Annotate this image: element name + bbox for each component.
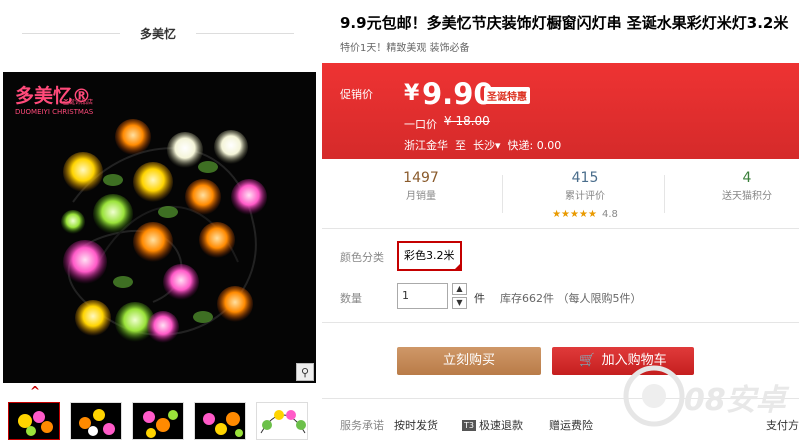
magnifier-icon[interactable]: ⚲ bbox=[296, 363, 314, 381]
divider bbox=[322, 322, 799, 323]
ship-from: 浙江金华 bbox=[404, 139, 448, 152]
promise-item[interactable]: 按时发货 bbox=[394, 417, 438, 433]
thumbnail[interactable] bbox=[256, 402, 308, 440]
express-fee: 快递: 0.00 bbox=[507, 139, 562, 152]
service-promise-label: 服务承诺 bbox=[340, 419, 384, 432]
product-gallery: 多美忆 多美忆® DUOMEIYI CHRISTMAS 圣诞饰品店 ⚲ ^ bbox=[0, 0, 322, 440]
promise-item[interactable]: 支付方 bbox=[766, 417, 799, 433]
cart-icon: 🛒 bbox=[579, 353, 596, 368]
price-panel: 促销价 ¥ 9.90 圣诞特惠 一口价 ¥ 18.00 浙江金华 至 长沙▾ 快… bbox=[322, 63, 799, 159]
sales-stats: 1497 月销量 415 累计评价 ★★★★★ 4.8 4 送天猫积分 bbox=[322, 170, 799, 220]
logo-sub: DUOMEIYI CHRISTMAS bbox=[15, 108, 94, 116]
main-product-image[interactable]: 多美忆® DUOMEIYI CHRISTMAS 圣诞饰品店 ⚲ bbox=[3, 72, 316, 383]
thumbnail[interactable] bbox=[70, 402, 122, 440]
chevron-down-icon: ▾ bbox=[495, 139, 501, 152]
stock-info: 库存662件 （每人限购5件） bbox=[500, 292, 642, 305]
thumbnail[interactable] bbox=[132, 402, 184, 440]
sku-option[interactable]: 彩色3.2米 bbox=[397, 241, 462, 271]
promo-price: 9.90 bbox=[422, 77, 494, 111]
original-price: ¥ 18.00 bbox=[444, 114, 490, 128]
product-info: 9.9元包邮！多美忆节庆装饰灯橱窗闪灯串 圣诞水果彩灯米灯3.2米 特价1天！精… bbox=[322, 0, 799, 440]
divider bbox=[22, 33, 120, 34]
thumbnail[interactable] bbox=[194, 402, 246, 440]
divider bbox=[502, 175, 503, 213]
rating-score: 4.8 bbox=[602, 209, 618, 220]
original-price-label: 一口价 bbox=[404, 118, 437, 131]
promo-price-label: 促销价 bbox=[340, 88, 373, 101]
quantity-decrease-button[interactable]: ▼ bbox=[452, 297, 467, 309]
promo-badge: 圣诞特惠 bbox=[484, 87, 530, 104]
quantity-increase-button[interactable]: ▲ bbox=[452, 283, 467, 295]
quantity-label: 数量 bbox=[340, 292, 362, 305]
ship-to-word: 至 bbox=[455, 139, 466, 152]
divider bbox=[664, 175, 665, 213]
shop-name[interactable]: 多美忆 bbox=[120, 25, 196, 42]
promise-item[interactable]: T3 极速退款 bbox=[462, 417, 523, 433]
add-to-cart-button[interactable]: 🛒 加入购物车 bbox=[552, 347, 694, 375]
buy-now-button[interactable]: 立刻购买 bbox=[397, 347, 541, 375]
chevron-up-icon[interactable]: ^ bbox=[30, 385, 40, 397]
promise-item[interactable]: 赠运费险 bbox=[549, 417, 593, 433]
selected-check-icon bbox=[452, 262, 462, 271]
quantity-input[interactable]: 1 bbox=[397, 283, 448, 309]
thumbnail-strip bbox=[0, 400, 322, 440]
quantity-unit: 件 bbox=[474, 292, 485, 305]
sku-label: 颜色分类 bbox=[340, 251, 384, 264]
shipping-info: 浙江金华 至 长沙▾ 快递: 0.00 bbox=[404, 137, 561, 153]
thumbnail[interactable] bbox=[8, 402, 60, 440]
shop-header: 多美忆 bbox=[0, 18, 322, 48]
product-title: 9.9元包邮！多美忆节庆装饰灯橱窗闪灯串 圣诞水果彩灯米灯3.2米 bbox=[340, 14, 789, 32]
product-subtitle: 特价1天！精致美观 装饰必备 bbox=[340, 43, 470, 54]
stat-reviews[interactable]: 415 累计评价 ★★★★★ 4.8 bbox=[520, 170, 650, 221]
divider bbox=[196, 33, 294, 34]
currency-symbol: ¥ bbox=[404, 81, 420, 106]
stat-points: 4 送天猫积分 bbox=[722, 170, 772, 202]
t3-badge: T3 bbox=[462, 420, 476, 431]
stat-monthly-sales: 1497 月销量 bbox=[403, 170, 439, 202]
ship-to-select[interactable]: 长沙▾ bbox=[473, 139, 501, 152]
divider bbox=[322, 398, 799, 399]
divider bbox=[322, 228, 799, 229]
rating-stars: ★★★★★ bbox=[552, 209, 597, 220]
logo-small: 圣诞饰品店 bbox=[63, 98, 93, 106]
bulb bbox=[63, 152, 103, 192]
